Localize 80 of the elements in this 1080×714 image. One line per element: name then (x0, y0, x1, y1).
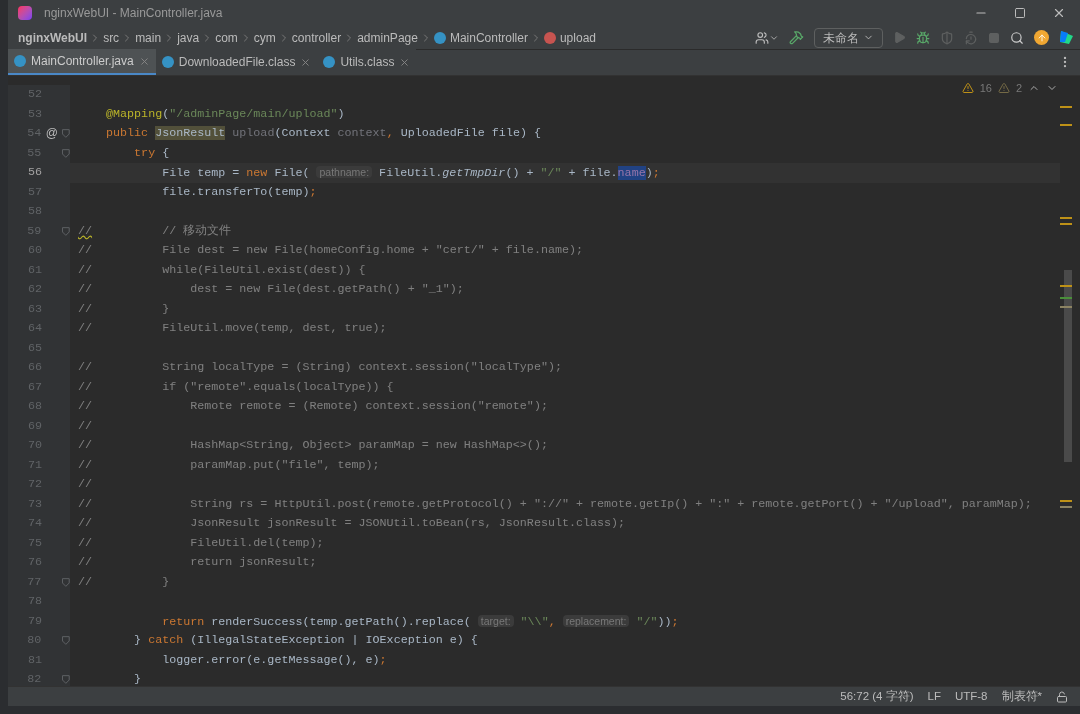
warning-icon[interactable] (997, 82, 1010, 95)
run-config-dropdown[interactable]: 未命名 (814, 27, 883, 48)
logo-icon[interactable] (1059, 30, 1074, 45)
code-line: // (78, 477, 93, 491)
search-icon[interactable] (1010, 30, 1024, 45)
lock-icon[interactable] (1056, 690, 1068, 703)
fold-icon[interactable] (62, 129, 70, 139)
code-line: } catch (IllegalStateException | IOException e) { (133, 633, 478, 647)
code-line: // } (78, 574, 170, 589)
update-icon[interactable] (1034, 30, 1049, 45)
close-icon[interactable] (399, 56, 411, 68)
code-line: // while(FileUtil.exist(dest)) { (78, 262, 366, 277)
coverage-icon[interactable] (940, 30, 954, 45)
caret-position[interactable]: 56:72 (4 字符) (840, 687, 914, 706)
class-icon (161, 56, 174, 68)
fold-icon[interactable] (62, 226, 70, 236)
breadcrumb-item[interactable]: nginxWebUI (18, 28, 88, 47)
code-line: // Remote remote = (Remote) context.session("remote"); (78, 399, 548, 413)
warning-count[interactable]: 16 (979, 80, 992, 97)
tab-label: DownloadedFile.class (178, 54, 296, 71)
class-icon (433, 31, 446, 44)
code-line: public JsonResult upload(Context context, UploadedFile file) { (105, 126, 541, 140)
tab-label: MainController.java (31, 53, 134, 70)
fold-icon[interactable] (62, 577, 70, 587)
code-line: try { (133, 145, 170, 160)
warning-count[interactable]: 2 (1015, 80, 1022, 97)
timer-icon[interactable] (964, 30, 978, 45)
bug-icon[interactable] (916, 30, 930, 45)
file-encoding[interactable]: UTF-8 (954, 687, 988, 706)
breadcrumb-item[interactable]: com (215, 28, 238, 47)
fold-icon[interactable] (62, 148, 70, 158)
code-line: // File dest = new File(homeConfig.home + "cert/" + file.name); (78, 243, 583, 257)
class-icon (323, 56, 336, 68)
app-logo-icon (18, 6, 32, 20)
breadcrumb-item[interactable]: controller (291, 28, 342, 47)
code-line: return renderSuccess(temp.getPath().replace( target: "\\", replacement: "/")); (161, 614, 679, 629)
breadcrumb-item[interactable]: MainController (449, 28, 528, 47)
code-line: // FileUtil.del(temp); (78, 535, 324, 550)
breadcrumb-item[interactable]: src (103, 28, 120, 47)
gutter-marker[interactable]: @ (45, 124, 58, 144)
code-line: // // 移动文件 (78, 223, 232, 238)
indent-setting[interactable]: 制表符* (1001, 687, 1042, 706)
run-icon[interactable] (893, 31, 906, 44)
users-icon[interactable] (755, 30, 769, 45)
line-number: 56 (26, 164, 42, 181)
code-line: } (133, 672, 142, 686)
code-line: // } (78, 301, 170, 316)
code-line: // paramMap.put("file", temp); (78, 457, 380, 472)
warning-icon[interactable] (961, 82, 974, 95)
close-icon[interactable] (300, 56, 312, 68)
method-icon (543, 31, 556, 44)
code-line: // JsonResult jsonResult = JSONUtil.toBean(rs, JsonResult.class); (78, 516, 626, 530)
window-title: nginxWebUI - MainController.java (44, 5, 223, 22)
class-icon (14, 55, 26, 67)
editor-tab[interactable]: MainController.java (8, 49, 156, 75)
stop-icon[interactable] (988, 31, 1000, 44)
breadcrumb-item[interactable]: java (177, 28, 200, 47)
fold-icon[interactable] (62, 636, 70, 646)
code-line: // FileUtil.move(temp, dest, true); (78, 321, 387, 335)
breadcrumb-item[interactable]: main (135, 28, 162, 47)
tab-label: Utils.class (340, 54, 395, 71)
code-line: // return jsonResult; (78, 555, 317, 569)
line-separator[interactable]: LF (927, 687, 941, 706)
code-line: // if ("remote".equals(localType)) { (78, 379, 394, 394)
code-line: // String rs = HttpUtil.post(remote.getProtocol() + "://" + remote.getIp() + ":" + remote.getPort() + "/upload", paramMap); (78, 496, 1032, 511)
close-icon[interactable] (1052, 6, 1066, 20)
maximize-icon[interactable] (1014, 7, 1026, 19)
breadcrumb-item[interactable]: adminPage (357, 28, 418, 47)
hammer-icon[interactable] (789, 30, 804, 45)
code-line: // (78, 418, 93, 433)
fold-icon[interactable] (62, 675, 70, 685)
code-line: // String localType = (String) context.session("localType"); (78, 360, 562, 374)
code-line: logger.error(e.getMessage(), e); (161, 652, 387, 667)
code-line: File temp = new File( pathname: FileUtil.getTmpDir() + "/" + file.name); (161, 166, 660, 180)
code-line: @Mapping("/adminPage/main/upload") (105, 106, 345, 121)
breadcrumb-item[interactable]: cym (253, 28, 276, 47)
code-line: file.transferTo(temp); (161, 184, 317, 199)
code-line: // HashMap<String, Object> paramMap = new HashMap<>(); (78, 438, 548, 452)
breadcrumb-item[interactable]: upload (559, 28, 596, 47)
code-line: // dest = new File(dest.getPath() + "_1"); (78, 282, 464, 296)
